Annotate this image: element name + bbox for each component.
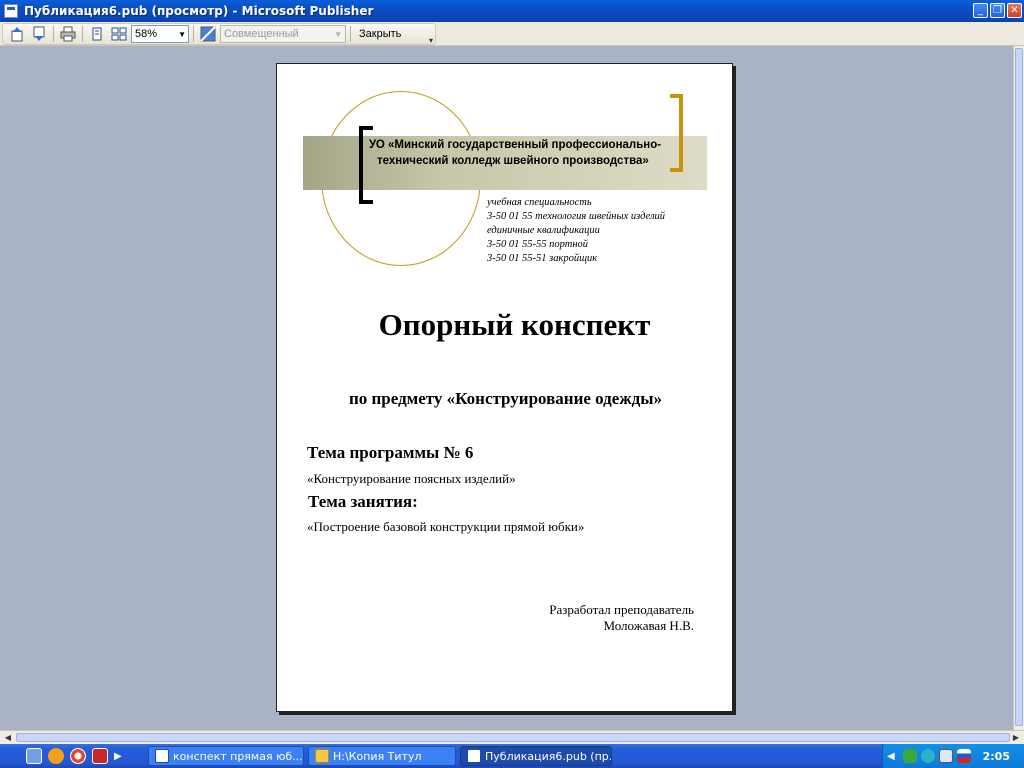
page-up-icon — [11, 27, 23, 42]
quick-launch: ▶ — [0, 748, 148, 764]
zoom-select[interactable]: 58% ▼ — [131, 25, 189, 43]
author-role: Разработал преподаватель — [549, 602, 694, 617]
college-line-2: технический колледж швейного производств… — [377, 155, 649, 167]
publisher-app-icon[interactable] — [4, 4, 18, 18]
toolbar-separator — [350, 26, 351, 42]
college-line-1: УО «Минский государственный профессионал… — [369, 139, 662, 151]
tray-expand-icon[interactable]: ◀ — [887, 751, 899, 762]
chevron-down-icon: ▼ — [178, 29, 186, 39]
view-mode-select[interactable]: Совмещенный ▼ — [220, 25, 346, 43]
document-page: УО «Минский государственный профессионал… — [276, 63, 733, 712]
zoom-value: 58% — [135, 28, 158, 40]
theme-text: «Конструирование поясных изделий» — [307, 471, 516, 486]
multi-page-icon — [111, 27, 127, 41]
window-title: Публикация6.pub (просмотр) - Microsoft P… — [24, 4, 374, 18]
maximize-button[interactable]: ❐ — [990, 3, 1005, 18]
folder-icon — [315, 749, 329, 763]
task-label: Публикация6.pub (пр... — [485, 749, 612, 763]
publisher-icon — [467, 749, 481, 763]
multiple-pages-button[interactable] — [109, 25, 129, 43]
college-name: УО «Минский государственный профессионал… — [369, 137, 679, 169]
close-window-button[interactable]: ✕ — [1007, 3, 1022, 18]
document-heading: Опорный конспект — [378, 307, 651, 342]
close-preview-button[interactable]: Закрыть — [355, 28, 405, 40]
view-mode-value: Совмещенный — [224, 28, 299, 40]
specialty-line: 3-50 01 55 технология швейных изделий — [487, 211, 666, 222]
clock: 2:05 — [982, 749, 1010, 763]
scroll-thumb[interactable] — [16, 733, 1010, 742]
print-button[interactable] — [58, 25, 78, 43]
scroll-left-icon[interactable]: ◀ — [2, 733, 14, 743]
author-block: Разработал преподаватель Моложавая Н.В. — [549, 602, 694, 634]
horizontal-scrollbar[interactable]: ◀ ▶ — [0, 730, 1024, 744]
single-page-icon — [92, 27, 102, 41]
printer-icon — [60, 26, 76, 42]
subject-line: по предмету «Конструирование одежды» — [348, 389, 663, 408]
title-bar: Публикация6.pub (просмотр) - Microsoft P… — [0, 0, 1024, 22]
preview-toolbar: 58% ▼ Совмещенный ▼ Закрыть ▾ — [0, 22, 1024, 46]
color-mode-button[interactable] — [198, 25, 218, 43]
antivirus-icon[interactable] — [92, 748, 108, 764]
toolbar-group: 58% ▼ Совмещенный ▼ Закрыть — [2, 23, 436, 45]
browser-icon[interactable] — [48, 748, 64, 764]
specialty-line: единичные квалификации — [487, 225, 600, 236]
task-label: конспект прямая юб... — [173, 749, 303, 763]
word-icon — [155, 749, 169, 763]
language-flag-icon[interactable] — [957, 749, 971, 763]
display-icon[interactable] — [939, 749, 953, 763]
toolbar-separator — [82, 26, 83, 42]
one-page-button[interactable] — [87, 25, 107, 43]
minimize-button[interactable]: _ — [973, 3, 988, 18]
lifebuoy-icon[interactable] — [70, 748, 86, 764]
specialty-line: учебная специальность — [487, 197, 592, 208]
scroll-right-icon[interactable]: ▶ — [1010, 733, 1022, 743]
task-word-document[interactable]: конспект прямая юб... — [148, 746, 304, 766]
lesson-text: «Построение базовой конструкции прямой ю… — [307, 519, 585, 534]
network-icon[interactable] — [903, 749, 917, 763]
chevron-down-icon: ▼ — [334, 29, 342, 39]
author-name: Моложавая Н.В. — [603, 618, 694, 633]
color-mode-icon — [200, 26, 216, 42]
specialty-line: 3-50 01 55-55 портной — [487, 239, 589, 250]
sync-icon[interactable] — [921, 749, 935, 763]
window-controls: _ ❐ ✕ — [973, 3, 1022, 18]
desktop-icon[interactable] — [26, 748, 42, 764]
previous-page-button[interactable] — [7, 25, 27, 43]
task-folder[interactable]: H:\Копия Титул — [308, 746, 456, 766]
theme-heading: Тема программы № 6 — [307, 443, 474, 462]
system-tray: ◀ 2:05 — [882, 744, 1024, 768]
taskbar: ▶ конспект прямая юб... H:\Копия Титул П… — [0, 744, 1024, 768]
toolbar-options-icon[interactable]: ▾ — [427, 23, 435, 45]
task-publisher[interactable]: Публикация6.pub (пр... — [460, 746, 612, 766]
task-list: конспект прямая юб... H:\Копия Титул Пуб… — [148, 746, 612, 766]
scroll-thumb[interactable] — [1015, 48, 1023, 726]
toolbar-separator — [193, 26, 194, 42]
specialty-line: 3-50 01 55-51 закройщик — [487, 253, 598, 264]
lesson-heading: Тема занятия: — [308, 492, 418, 511]
vertical-scrollbar[interactable] — [1013, 46, 1024, 730]
task-label: H:\Копия Титул — [333, 749, 422, 763]
page-down-icon — [33, 26, 45, 41]
specialty-block: учебная специальность 3-50 01 55 техноло… — [487, 196, 727, 266]
chevron-right-icon[interactable]: ▶ — [114, 751, 122, 762]
toolbar-separator — [53, 26, 54, 42]
next-page-button[interactable] — [29, 25, 49, 43]
